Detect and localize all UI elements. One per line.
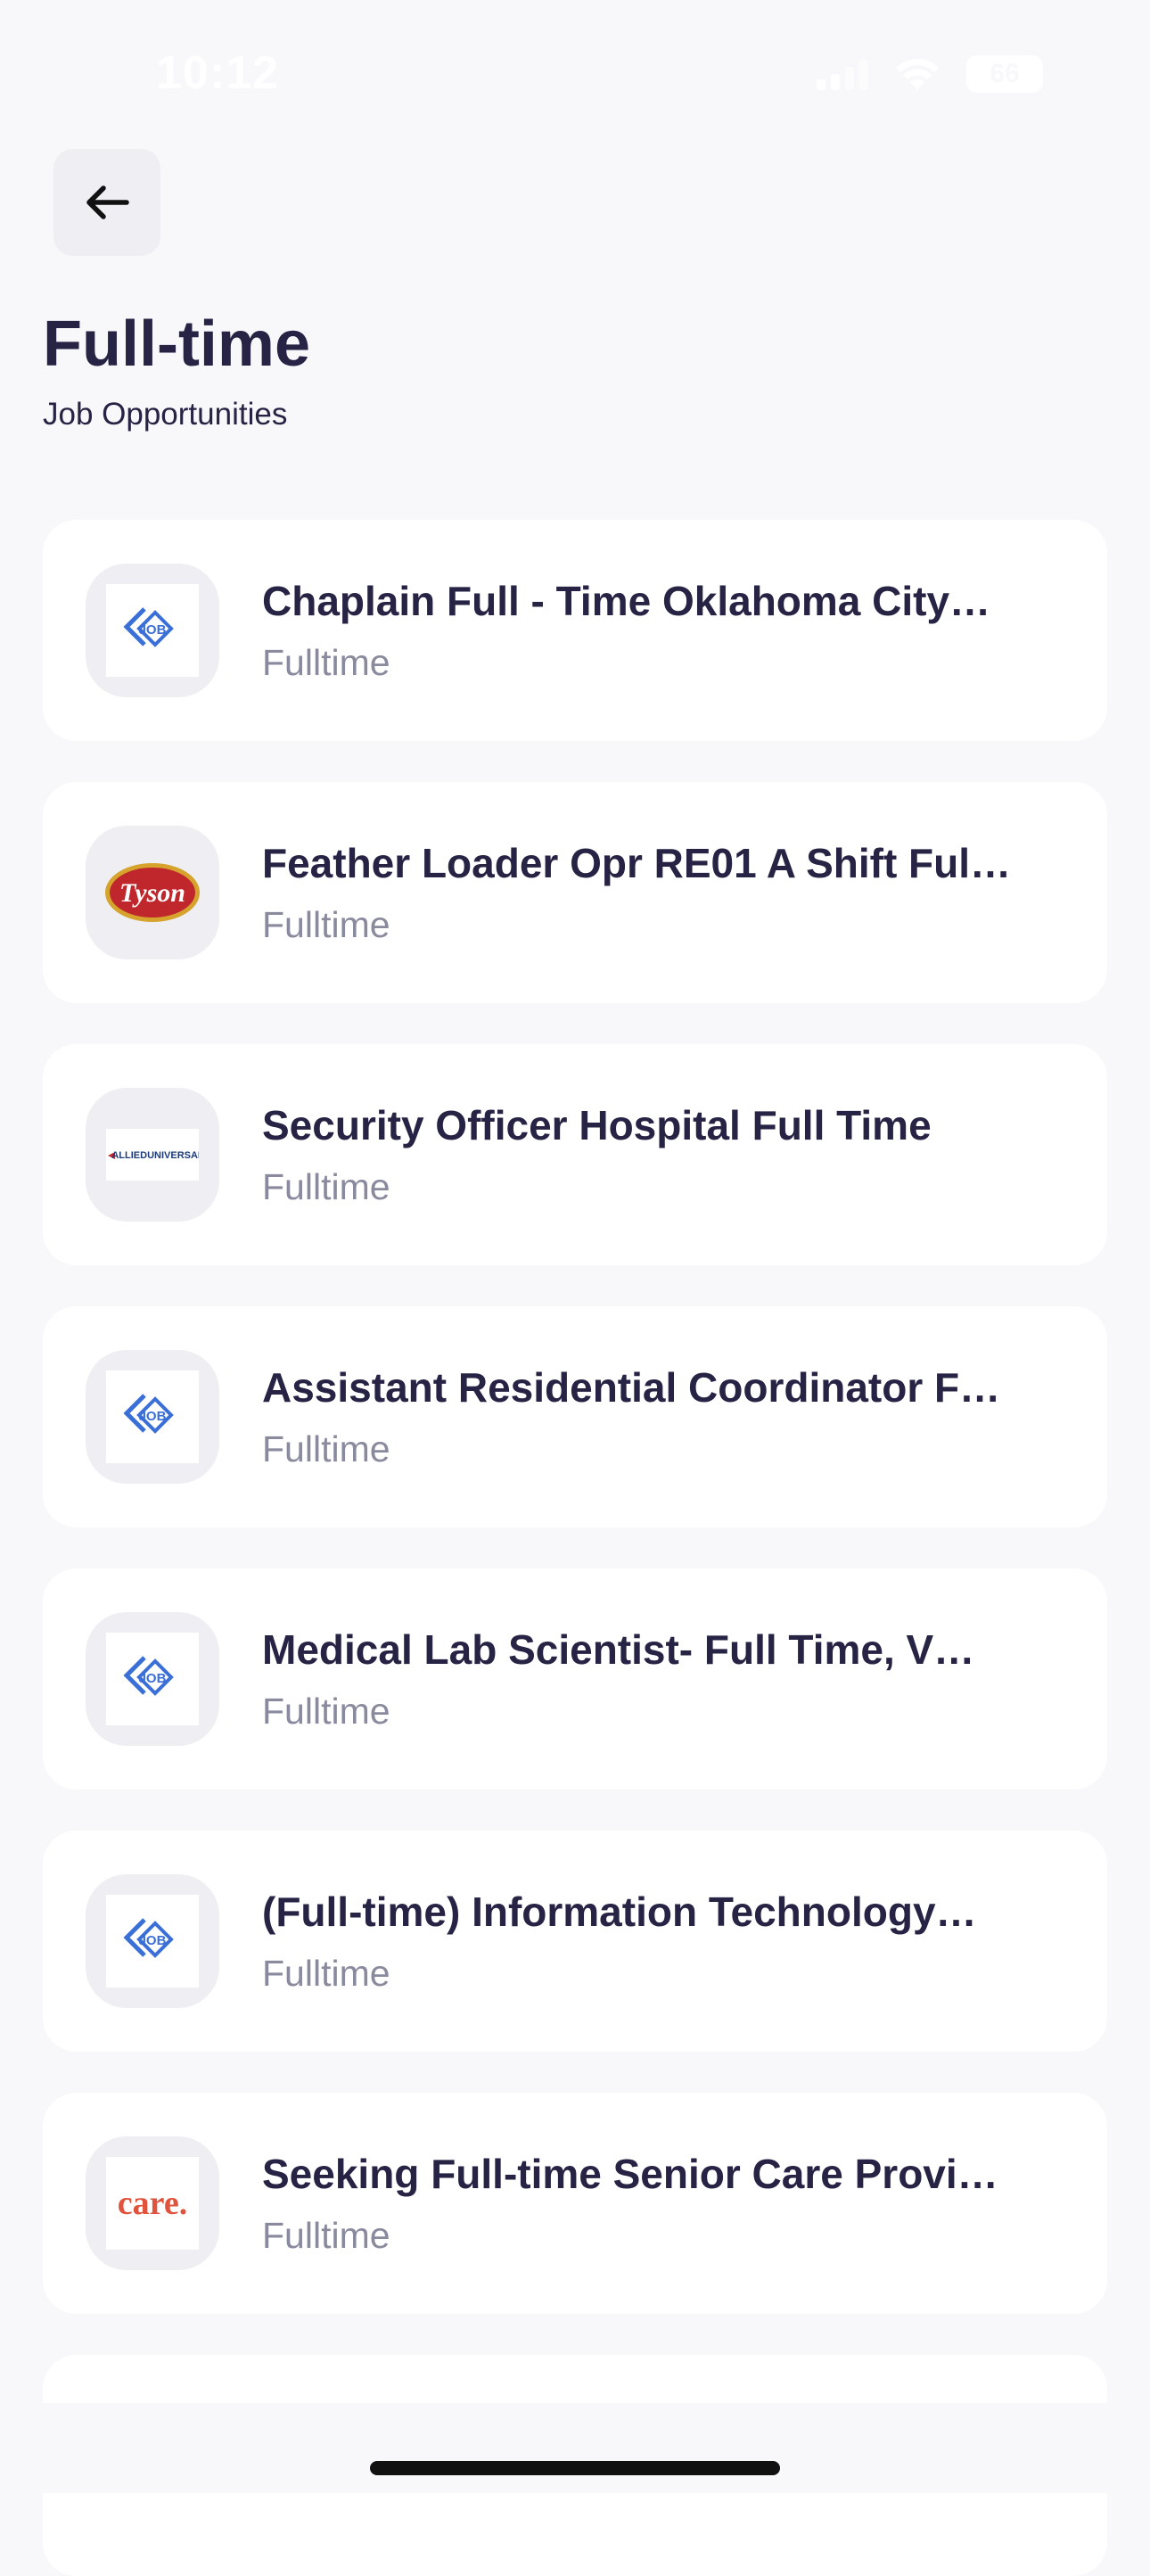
svg-text:JOB: JOB	[139, 622, 167, 638]
job-title: Medical Lab Scientist- Full Time, V…	[262, 1626, 975, 1673]
job-card[interactable]: JOB Assistant Residential Coordinator F……	[43, 1306, 1107, 1527]
wifi-icon	[896, 59, 939, 90]
job-type: Fulltime	[262, 1166, 390, 1207]
job-title: Security Officer Hospital Full Time	[262, 1102, 932, 1148]
svg-text:JOB: JOB	[139, 1933, 167, 1948]
job-title: Seeking Full-time Senior Care Provi…	[262, 2151, 998, 2197]
bottom-safe-area	[0, 2403, 1150, 2493]
job-title: Feather Loader Opr RE01 A Shift Ful…	[262, 840, 1012, 886]
job-card[interactable]: ALLIEDUNIVERSAL Security Officer Hospita…	[43, 1044, 1107, 1265]
job-title: Chaplain Full - Time Oklahoma City…	[262, 578, 991, 624]
job-logo-icon: JOB	[123, 1656, 174, 1696]
job-card[interactable]: JOB Medical Lab Scientist- Full Time, V……	[43, 1568, 1107, 1790]
company-logo: JOB	[86, 1350, 219, 1484]
status-time: 10:12	[156, 47, 279, 99]
svg-text:JOB: JOB	[139, 1409, 167, 1424]
company-logo: care.	[86, 2136, 219, 2270]
home-indicator[interactable]	[370, 2461, 780, 2475]
status-bar: 10:12 66	[0, 0, 1150, 152]
svg-text:JOB: JOB	[139, 1671, 167, 1686]
battery-icon: 66	[966, 55, 1043, 93]
tyson-logo: Tyson	[105, 863, 200, 922]
company-logo: Tyson	[86, 826, 219, 959]
job-card[interactable]: JOB (Full-time) Information Technology… …	[43, 1831, 1107, 2052]
page-subtitle: Job Opportunities	[43, 397, 288, 432]
care-logo: care.	[117, 2185, 188, 2222]
arrow-left-icon	[86, 185, 129, 219]
job-logo-icon: JOB	[123, 1918, 174, 1958]
status-icons: 66	[817, 55, 1043, 93]
page-title: Full-time	[43, 309, 310, 380]
job-title: Assistant Residential Coordinator F…	[262, 1364, 1001, 1411]
company-logo: JOB	[86, 1612, 219, 1746]
allied-universal-logo-text: ALLIEDUNIVERSAL	[111, 1150, 199, 1161]
company-logo: JOB	[86, 564, 219, 697]
cellular-signal-icon	[817, 58, 868, 90]
job-title: (Full-time) Information Technology…	[262, 1889, 977, 1935]
job-logo-icon: JOB	[123, 1394, 174, 1434]
job-type: Fulltime	[262, 642, 390, 683]
job-type: Fulltime	[262, 1691, 390, 1732]
job-type: Fulltime	[262, 1953, 390, 1994]
back-button[interactable]	[53, 149, 160, 256]
company-logo: JOB	[86, 1874, 219, 2008]
job-type: Fulltime	[262, 904, 390, 945]
tyson-logo-text: Tyson	[119, 878, 185, 908]
job-card[interactable]: Tyson Feather Loader Opr RE01 A Shift Fu…	[43, 782, 1107, 1003]
job-card[interactable]: JOB Chaplain Full - Time Oklahoma City… …	[43, 520, 1107, 741]
job-type: Fulltime	[262, 1428, 390, 1469]
allied-universal-logo: ALLIEDUNIVERSAL	[108, 1150, 199, 1161]
job-type: Fulltime	[262, 2215, 390, 2256]
job-card[interactable]: care. Seeking Full-time Senior Care Prov…	[43, 2093, 1107, 2314]
job-logo-icon: JOB	[123, 607, 174, 647]
company-logo: ALLIEDUNIVERSAL	[86, 1088, 219, 1222]
